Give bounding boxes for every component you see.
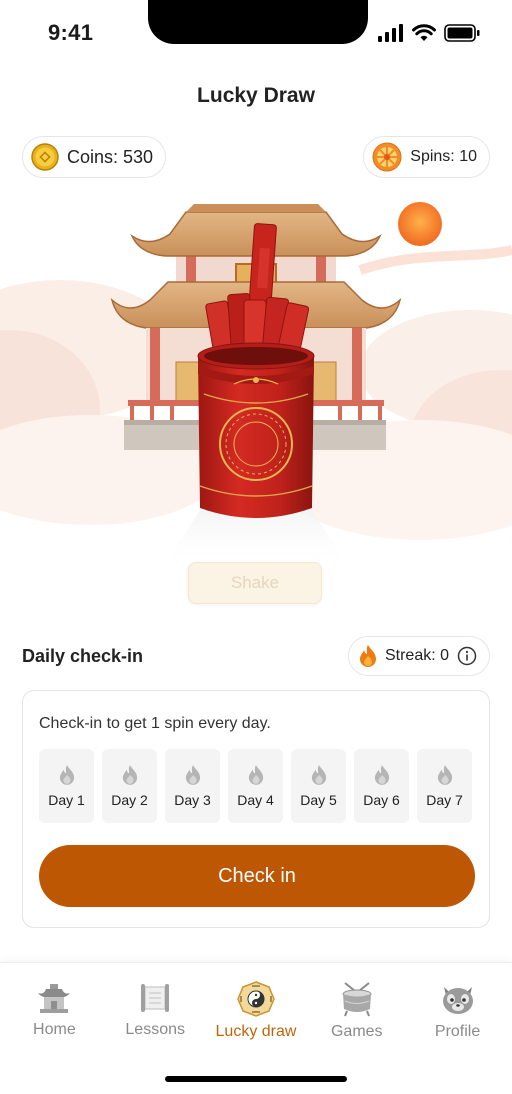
home-indicator[interactable] <box>165 1076 347 1082</box>
coin-icon <box>31 143 59 171</box>
tab-home[interactable]: Home <box>4 981 104 1041</box>
temple-and-fortune-cylinder-illustration <box>0 202 512 570</box>
cellular-signal-icon <box>378 24 403 42</box>
tab-label: Lucky draw <box>215 1023 297 1040</box>
drum-icon <box>342 982 372 1017</box>
flame-icon <box>59 765 74 785</box>
battery-icon <box>444 24 480 42</box>
flame-icon <box>437 765 452 785</box>
streak-badge[interactable]: Streak: 0 <box>347 636 490 676</box>
day-label: Day 6 <box>363 792 400 808</box>
flame-icon <box>185 765 200 785</box>
flame-icon <box>374 765 389 785</box>
check-in-button[interactable]: Check in <box>39 845 475 907</box>
status-bar: 9:41 <box>0 0 512 60</box>
bottom-tab-bar: Home Lessons Lucky draw Games Profile <box>0 962 512 1094</box>
day-label: Day 7 <box>426 792 463 808</box>
scroll-icon <box>141 984 170 1012</box>
red-panda-icon <box>442 987 473 1014</box>
status-icons <box>378 24 480 42</box>
coins-label: Coins: 530 <box>67 146 154 167</box>
wifi-icon <box>412 24 436 41</box>
checkin-card: Check-in to get 1 spin every day. Day 1 … <box>22 690 490 928</box>
day-cell: Day 1 <box>39 749 94 823</box>
tab-games[interactable]: Games <box>307 981 407 1041</box>
streak-label: Streak: 0 <box>384 647 449 664</box>
flame-icon <box>359 645 376 667</box>
tab-profile[interactable]: Profile <box>408 981 508 1041</box>
tab-label: Games <box>330 1023 383 1040</box>
shake-button[interactable]: Shake <box>188 562 322 604</box>
bagua-icon <box>237 981 275 1017</box>
day-label: Day 3 <box>174 792 211 808</box>
day-cell: Day 3 <box>165 749 220 823</box>
page-title: Lucky Draw <box>197 84 315 107</box>
day-label: Day 4 <box>237 792 274 808</box>
tab-lessons[interactable]: Lessons <box>105 981 205 1041</box>
spins-badge[interactable]: Spins: 10 <box>363 136 490 178</box>
day-label: Day 5 <box>300 792 337 808</box>
spin-wheel-icon <box>372 142 402 172</box>
tab-lucky-draw[interactable]: Lucky draw <box>206 981 306 1041</box>
info-icon[interactable] <box>457 646 477 666</box>
daily-checkin-title: Daily check-in <box>22 646 144 666</box>
day-label: Day 2 <box>111 792 148 808</box>
flame-icon <box>122 765 137 785</box>
day-cell: Day 2 <box>102 749 157 823</box>
tab-label: Home <box>33 1021 76 1038</box>
checkin-description: Check-in to get 1 spin every day. <box>39 715 271 732</box>
tab-label: Lessons <box>125 1021 185 1038</box>
spins-label: Spins: 10 <box>410 148 477 165</box>
pagoda-icon <box>38 984 71 1013</box>
tab-label: Profile <box>434 1023 481 1040</box>
flame-icon <box>248 765 263 785</box>
day-cell: Day 6 <box>354 749 409 823</box>
day-cell: Day 5 <box>291 749 346 823</box>
coins-badge[interactable]: Coins: 530 <box>22 136 167 178</box>
checkin-days: Day 1 Day 2 Day 3 Day 4 Day 5 Day 6 Day … <box>39 749 472 823</box>
day-label: Day 1 <box>48 792 85 808</box>
device-notch <box>148 0 368 44</box>
day-cell: Day 4 <box>228 749 283 823</box>
status-time: 9:41 <box>48 20 94 45</box>
flame-icon <box>311 765 326 785</box>
day-cell: Day 7 <box>417 749 472 823</box>
lucky-draw-illustration <box>0 190 512 610</box>
